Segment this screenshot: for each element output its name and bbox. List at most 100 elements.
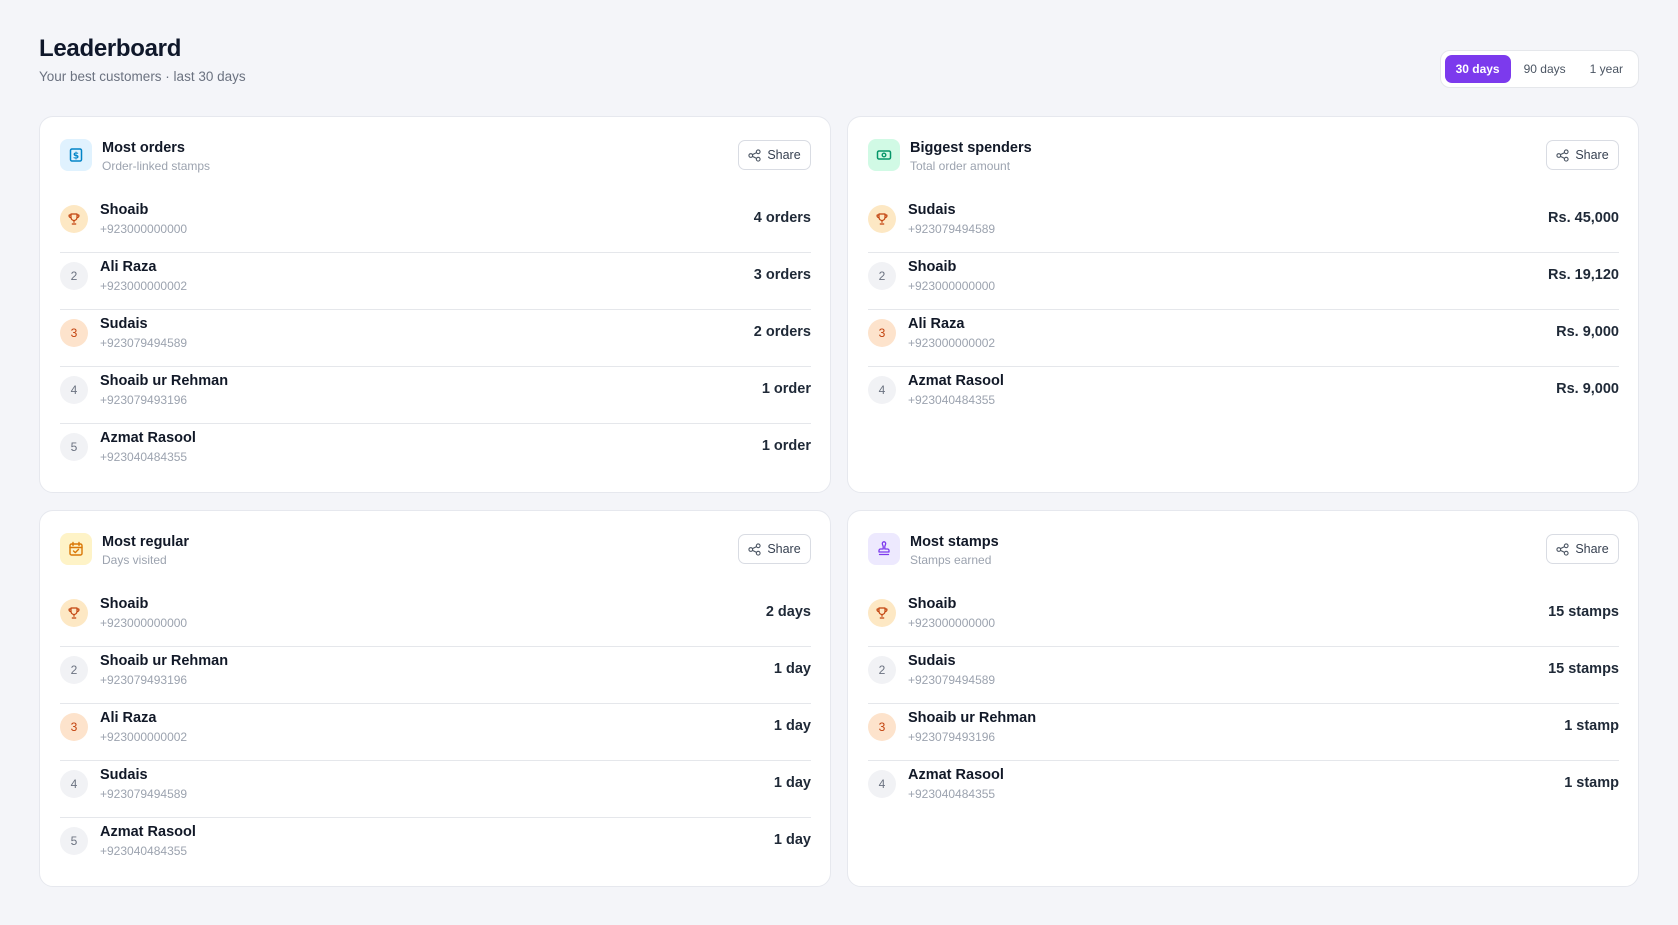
customer-phone: +923040484355 [100, 844, 188, 858]
list-item: Shoaib +923000000000 4 orders [60, 196, 811, 253]
date-range-toggle: 30 days 90 days 1 year [1439, 50, 1639, 88]
stamp-icon [868, 533, 900, 565]
list-item: Shoaib +923000000000 2 days [60, 590, 811, 647]
list-item: 5 Azmat Rasool +923040484355 1 day [60, 818, 811, 875]
metric-value: 1 order [761, 438, 811, 454]
calendar-check-icon [60, 533, 92, 565]
list-item: 3 Ali Raza +923000000002 Rs. 9,000 [868, 310, 1619, 367]
list-item: 2 Shoaib ur Rehman +923079493196 1 day [60, 647, 811, 704]
rank-badge: 2 [60, 656, 88, 684]
customer-phone: +923000000000 [100, 616, 188, 630]
share-button[interactable]: Share [738, 140, 811, 170]
card-header: Biggest spenders Total order amount Shar… [868, 139, 1619, 175]
share-icon [1556, 148, 1569, 162]
metric-value: 1 stamp [1564, 775, 1619, 791]
list-item: 2 Ali Raza +923000000002 3 orders [60, 253, 811, 310]
share-label: Share [767, 148, 801, 162]
rank-badge: 3 [60, 319, 88, 347]
card-header: $ Most orders Order-linked stamps Share [60, 139, 811, 175]
customer-name: Shoaib [908, 259, 957, 275]
customer-name: Shoaib ur Rehman [100, 653, 229, 669]
metric-value: 15 stamps [1548, 661, 1619, 677]
rank-badge: 4 [60, 770, 88, 798]
customer-phone: +923079494589 [908, 673, 996, 687]
card-subtitle: Total order amount [910, 159, 1011, 173]
list-item: 3 Ali Raza +923000000002 1 day [60, 704, 811, 761]
most-regular-card: Most regular Days visited Share Shoaib +… [39, 510, 831, 887]
card-title: Most stamps [910, 534, 999, 550]
rank-badge: 2 [868, 262, 896, 290]
metric-value: 1 day [773, 661, 811, 677]
rank-badge: 4 [868, 770, 896, 798]
customer-name: Sudais [100, 767, 148, 783]
list-item: 4 Sudais +923079494589 1 day [60, 761, 811, 818]
rank-badge: 5 [60, 433, 88, 461]
customer-name: Shoaib [100, 202, 149, 218]
customer-name: Ali Raza [908, 316, 965, 332]
metric-value: 1 day [773, 718, 811, 734]
leaderboard-list: Sudais +923079494589 Rs. 45,000 2 Shoaib… [868, 196, 1619, 424]
range-90-days-button[interactable]: 90 days [1513, 55, 1577, 83]
customer-name: Shoaib ur Rehman [100, 373, 229, 389]
card-header: Most regular Days visited Share [60, 533, 811, 569]
metric-value: 2 days [765, 604, 811, 620]
customer-name: Shoaib ur Rehman [908, 710, 1037, 726]
customer-phone: +923079494589 [908, 222, 996, 236]
customer-phone: +923079494589 [100, 787, 188, 801]
metric-value: 3 orders [753, 267, 811, 283]
customer-phone: +923000000000 [908, 616, 996, 630]
share-button[interactable]: Share [1546, 140, 1619, 170]
list-item: 2 Sudais +923079494589 15 stamps [868, 647, 1619, 704]
customer-phone: +923079493196 [100, 393, 188, 407]
customer-name: Azmat Rasool [100, 430, 196, 446]
list-item: 5 Azmat Rasool +923040484355 1 order [60, 424, 811, 481]
customer-phone: +923040484355 [908, 787, 996, 801]
metric-value: 1 stamp [1564, 718, 1619, 734]
leaderboard-list: Shoaib +923000000000 2 days 2 Shoaib ur … [60, 590, 811, 875]
trophy-icon [60, 205, 88, 233]
share-button[interactable]: Share [1546, 534, 1619, 564]
metric-value: Rs. 9,000 [1556, 381, 1619, 397]
metric-value: Rs. 45,000 [1548, 210, 1619, 226]
range-1-year-button[interactable]: 1 year [1579, 55, 1634, 83]
customer-name: Sudais [100, 316, 148, 332]
svg-text:$: $ [73, 152, 79, 162]
list-item: 4 Azmat Rasool +923040484355 Rs. 9,000 [868, 367, 1619, 424]
share-icon [748, 148, 761, 162]
customer-phone: +923000000000 [100, 222, 188, 236]
card-subtitle: Days visited [102, 553, 167, 567]
customer-phone: +923040484355 [100, 450, 188, 464]
card-title: Most regular [102, 534, 190, 550]
metric-value: 1 day [773, 775, 811, 791]
customer-phone: +923040484355 [908, 393, 996, 407]
share-button[interactable]: Share [738, 534, 811, 564]
customer-name: Shoaib [908, 596, 957, 612]
trophy-icon [868, 205, 896, 233]
rank-badge: 4 [60, 376, 88, 404]
page-header: Leaderboard Your best customers · last 3… [39, 35, 246, 84]
rank-badge: 3 [60, 713, 88, 741]
biggest-spenders-card: Biggest spenders Total order amount Shar… [847, 116, 1639, 493]
customer-phone: +923000000002 [908, 336, 996, 350]
list-item: Shoaib +923000000000 15 stamps [868, 590, 1619, 647]
customer-name: Azmat Rasool [908, 373, 1004, 389]
dollar-receipt-icon: $ [60, 139, 92, 171]
customer-phone: +923079493196 [100, 673, 188, 687]
card-subtitle: Order-linked stamps [102, 159, 211, 173]
card-header: Most stamps Stamps earned Share [868, 533, 1619, 569]
customer-phone: +923079493196 [908, 730, 996, 744]
list-item: 2 Shoaib +923000000000 Rs. 19,120 [868, 253, 1619, 310]
list-item: 4 Shoaib ur Rehman +923079493196 1 order [60, 367, 811, 424]
metric-value: 4 orders [753, 210, 811, 226]
card-title: Most orders [102, 140, 185, 156]
metric-value: 2 orders [753, 324, 811, 340]
customer-name: Azmat Rasool [908, 767, 1004, 783]
metric-value: 15 stamps [1548, 604, 1619, 620]
most-stamps-card: Most stamps Stamps earned Share Shoaib +… [847, 510, 1639, 887]
range-30-days-button[interactable]: 30 days [1444, 55, 1511, 83]
most-orders-card: $ Most orders Order-linked stamps Share … [39, 116, 831, 493]
metric-value: 1 day [773, 832, 811, 848]
customer-name: Ali Raza [100, 259, 157, 275]
share-label: Share [1575, 542, 1609, 556]
list-item: 4 Azmat Rasool +923040484355 1 stamp [868, 761, 1619, 818]
